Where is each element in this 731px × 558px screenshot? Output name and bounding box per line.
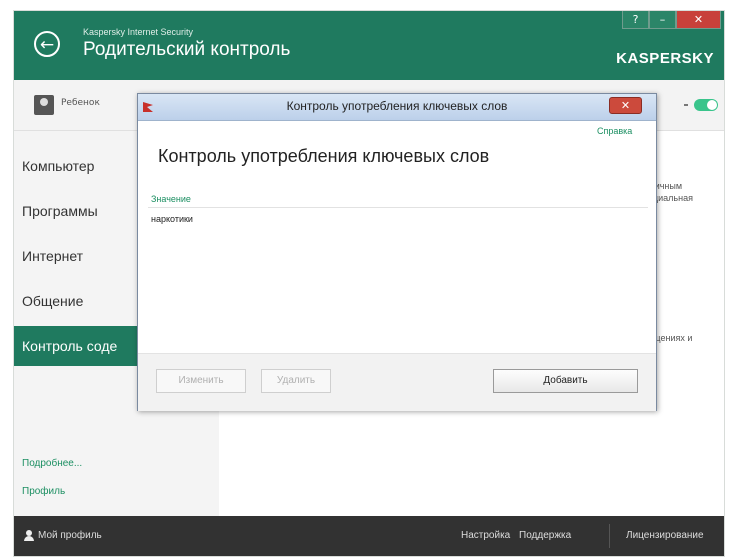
- child-name[interactable]: Ребенок: [61, 98, 100, 108]
- product-name: Kaspersky Internet Security: [83, 27, 194, 37]
- dialog-heading: Контроль употребления ключевых слов: [158, 146, 490, 166]
- parental-control-toggle[interactable]: [694, 99, 718, 111]
- help-button[interactable]: ?: [622, 11, 649, 29]
- my-profile-link[interactable]: Мой профиль: [38, 530, 102, 541]
- footer: Мой профиль Настройка Поддержка Лицензир…: [14, 516, 724, 556]
- toggle-separator: [684, 104, 688, 106]
- page-title: Родительский контроль: [83, 39, 291, 60]
- minimize-button[interactable]: –: [649, 11, 676, 29]
- close-button[interactable]: ✕: [676, 11, 721, 29]
- profile-link[interactable]: Профиль: [22, 486, 65, 497]
- dialog-titlebar[interactable]: Контроль употребления ключевых слов ✕: [138, 94, 656, 121]
- dialog-button-bar: Изменить Удалить Добавить: [138, 353, 656, 411]
- dialog-title: Контроль употребления ключевых слов: [286, 99, 508, 113]
- edit-button[interactable]: Изменить: [156, 369, 246, 393]
- licensing-link[interactable]: Лицензирование: [626, 530, 704, 541]
- help-link[interactable]: Справка: [597, 126, 632, 136]
- support-link[interactable]: Поддержка: [519, 530, 571, 541]
- delete-button[interactable]: Удалить: [261, 369, 331, 393]
- user-icon: [24, 530, 34, 541]
- more-link[interactable]: Подробнее...: [22, 458, 82, 469]
- dialog-close-button[interactable]: ✕: [609, 97, 642, 114]
- keyword-row[interactable]: наркотики: [151, 214, 193, 224]
- add-button[interactable]: Добавить: [493, 369, 638, 393]
- footer-divider: [609, 524, 610, 548]
- value-column-header[interactable]: Значение: [151, 194, 191, 204]
- settings-link[interactable]: Настройка: [461, 530, 510, 541]
- header: ← Kaspersky Internet Security Родительск…: [14, 11, 724, 80]
- back-button[interactable]: ←: [34, 31, 60, 57]
- avatar-icon: [34, 95, 54, 115]
- keywords-dialog: Контроль употребления ключевых слов ✕ Сп…: [137, 93, 657, 411]
- kaspersky-logo: KASPERSKY: [616, 50, 714, 67]
- column-divider: [148, 207, 648, 208]
